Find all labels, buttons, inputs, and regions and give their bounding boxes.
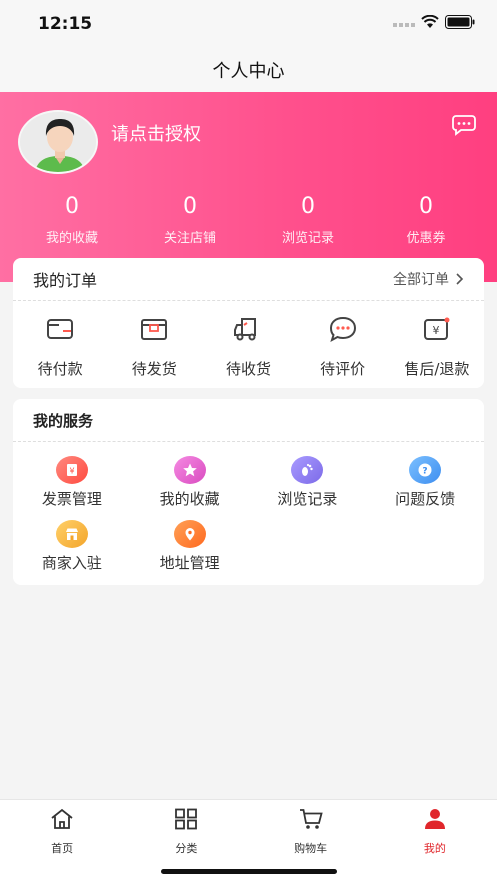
services-title: 我的服务 bbox=[33, 411, 94, 430]
package-icon bbox=[141, 319, 168, 340]
stats-row: 0 我的收藏 0 关注店铺 0 浏览记录 0 优惠券 bbox=[0, 194, 497, 246]
stat-label: 优惠券 bbox=[406, 231, 446, 246]
battery-icon bbox=[445, 15, 475, 29]
service-label: 发票管理 bbox=[41, 490, 102, 508]
invoice-icon: ¥ bbox=[55, 456, 88, 484]
service-label: 地址管理 bbox=[159, 554, 220, 572]
location-icon bbox=[173, 520, 206, 548]
wifi-icon bbox=[421, 15, 439, 28]
orders-header: 我的订单 全部订单 bbox=[13, 258, 484, 301]
service-label: 我的收藏 bbox=[159, 490, 220, 508]
home-icon bbox=[51, 808, 73, 829]
home-indicator bbox=[161, 869, 337, 874]
stat-label: 我的收藏 bbox=[45, 231, 98, 246]
cart-icon bbox=[299, 809, 323, 829]
services-grid: ¥ 发票管理 我的收藏 浏览记录 ? 问题反馈 商家入驻 地址管理 bbox=[13, 442, 484, 584]
order-label: 待收货 bbox=[225, 360, 271, 378]
stat-favorites[interactable]: 0 我的收藏 bbox=[13, 194, 131, 246]
order-pending-payment[interactable]: 待付款 bbox=[13, 315, 107, 379]
orders-card: 我的订单 全部订单 待付款 待发货 待收货 待评价 ¥ 售后/退款 bbox=[13, 258, 484, 388]
service-label: 浏览记录 bbox=[277, 490, 338, 508]
service-merchant-join[interactable]: 商家入驻 bbox=[13, 520, 131, 584]
tab-home[interactable]: 首页 bbox=[0, 808, 124, 856]
avatar[interactable] bbox=[18, 110, 98, 174]
order-pending-review[interactable]: 待评价 bbox=[296, 315, 390, 379]
order-pending-receipt[interactable]: 待收货 bbox=[201, 315, 295, 379]
stat-coupons[interactable]: 0 优惠券 bbox=[367, 194, 485, 246]
service-address[interactable]: 地址管理 bbox=[131, 520, 249, 584]
service-feedback[interactable]: ? 问题反馈 bbox=[366, 456, 484, 520]
tab-list: 首页 分类 购物车 我的 bbox=[0, 800, 497, 856]
status-bar: 12:15 bbox=[0, 0, 497, 48]
order-status-row: 待付款 待发货 待收货 待评价 ¥ 售后/退款 bbox=[13, 301, 484, 379]
nav-bar: 个人中心 bbox=[0, 48, 497, 92]
stat-value: 0 bbox=[301, 194, 315, 219]
page-title: 个人中心 bbox=[212, 61, 285, 82]
chat-bubble-icon bbox=[329, 316, 356, 343]
star-icon bbox=[173, 456, 206, 484]
stat-label: 关注店铺 bbox=[163, 231, 216, 246]
wallet-icon bbox=[47, 319, 74, 339]
order-label: 待发货 bbox=[131, 360, 177, 378]
status-icons bbox=[393, 15, 475, 29]
order-label: 待付款 bbox=[37, 360, 83, 378]
refund-icon: ¥ bbox=[423, 317, 450, 340]
service-favorites[interactable]: 我的收藏 bbox=[131, 456, 249, 520]
tab-cart[interactable]: 购物车 bbox=[249, 808, 373, 856]
svg-text:?: ? bbox=[423, 467, 428, 477]
services-card: 我的服务 ¥ 发票管理 我的收藏 浏览记录 ? 问题反馈 商家入驻 地址管理 bbox=[13, 399, 484, 585]
stat-value: 0 bbox=[419, 194, 433, 219]
all-orders-label: 全部订单 bbox=[393, 272, 449, 288]
store-icon bbox=[55, 520, 88, 548]
stat-followed-shops[interactable]: 0 关注店铺 bbox=[131, 194, 249, 246]
message-icon[interactable] bbox=[451, 114, 477, 136]
order-after-sales[interactable]: ¥ 售后/退款 bbox=[390, 315, 484, 379]
status-time: 12:15 bbox=[38, 14, 93, 34]
orders-title: 我的订单 bbox=[33, 271, 98, 290]
order-label: 售后/退款 bbox=[404, 360, 470, 378]
authorize-prompt[interactable]: 请点击授权 bbox=[111, 120, 201, 146]
tab-label: 分类 bbox=[175, 842, 198, 855]
service-label: 商家入驻 bbox=[41, 554, 102, 572]
svg-text:¥: ¥ bbox=[69, 467, 74, 476]
tab-category[interactable]: 分类 bbox=[124, 808, 248, 856]
tab-mine[interactable]: 我的 bbox=[373, 808, 497, 856]
tab-label: 我的 bbox=[423, 842, 446, 855]
chevron-right-icon bbox=[456, 273, 464, 285]
grid-icon bbox=[175, 808, 198, 830]
tab-label: 首页 bbox=[51, 842, 74, 855]
order-pending-shipment[interactable]: 待发货 bbox=[107, 315, 201, 379]
avatar-illustration bbox=[20, 112, 96, 172]
service-browse-history[interactable]: 浏览记录 bbox=[249, 456, 367, 520]
svg-text:¥: ¥ bbox=[432, 324, 439, 337]
signal-icon bbox=[393, 23, 415, 27]
services-header: 我的服务 bbox=[13, 399, 484, 442]
stat-value: 0 bbox=[183, 194, 197, 219]
profile-header: 请点击授权 0 我的收藏 0 关注店铺 0 浏览记录 0 优惠券 bbox=[0, 92, 497, 282]
user-icon bbox=[424, 809, 445, 829]
question-icon: ? bbox=[409, 456, 442, 484]
service-label: 问题反馈 bbox=[395, 490, 456, 508]
truck-icon bbox=[234, 318, 257, 341]
order-label: 待评价 bbox=[320, 360, 366, 378]
stat-label: 浏览记录 bbox=[281, 231, 334, 246]
all-orders-link[interactable]: 全部订单 bbox=[393, 269, 464, 289]
stat-browse-history[interactable]: 0 浏览记录 bbox=[249, 194, 367, 246]
footprint-icon bbox=[291, 456, 324, 484]
service-invoice[interactable]: ¥ 发票管理 bbox=[13, 456, 131, 520]
stat-value: 0 bbox=[65, 194, 79, 219]
tab-label: 购物车 bbox=[294, 842, 328, 855]
